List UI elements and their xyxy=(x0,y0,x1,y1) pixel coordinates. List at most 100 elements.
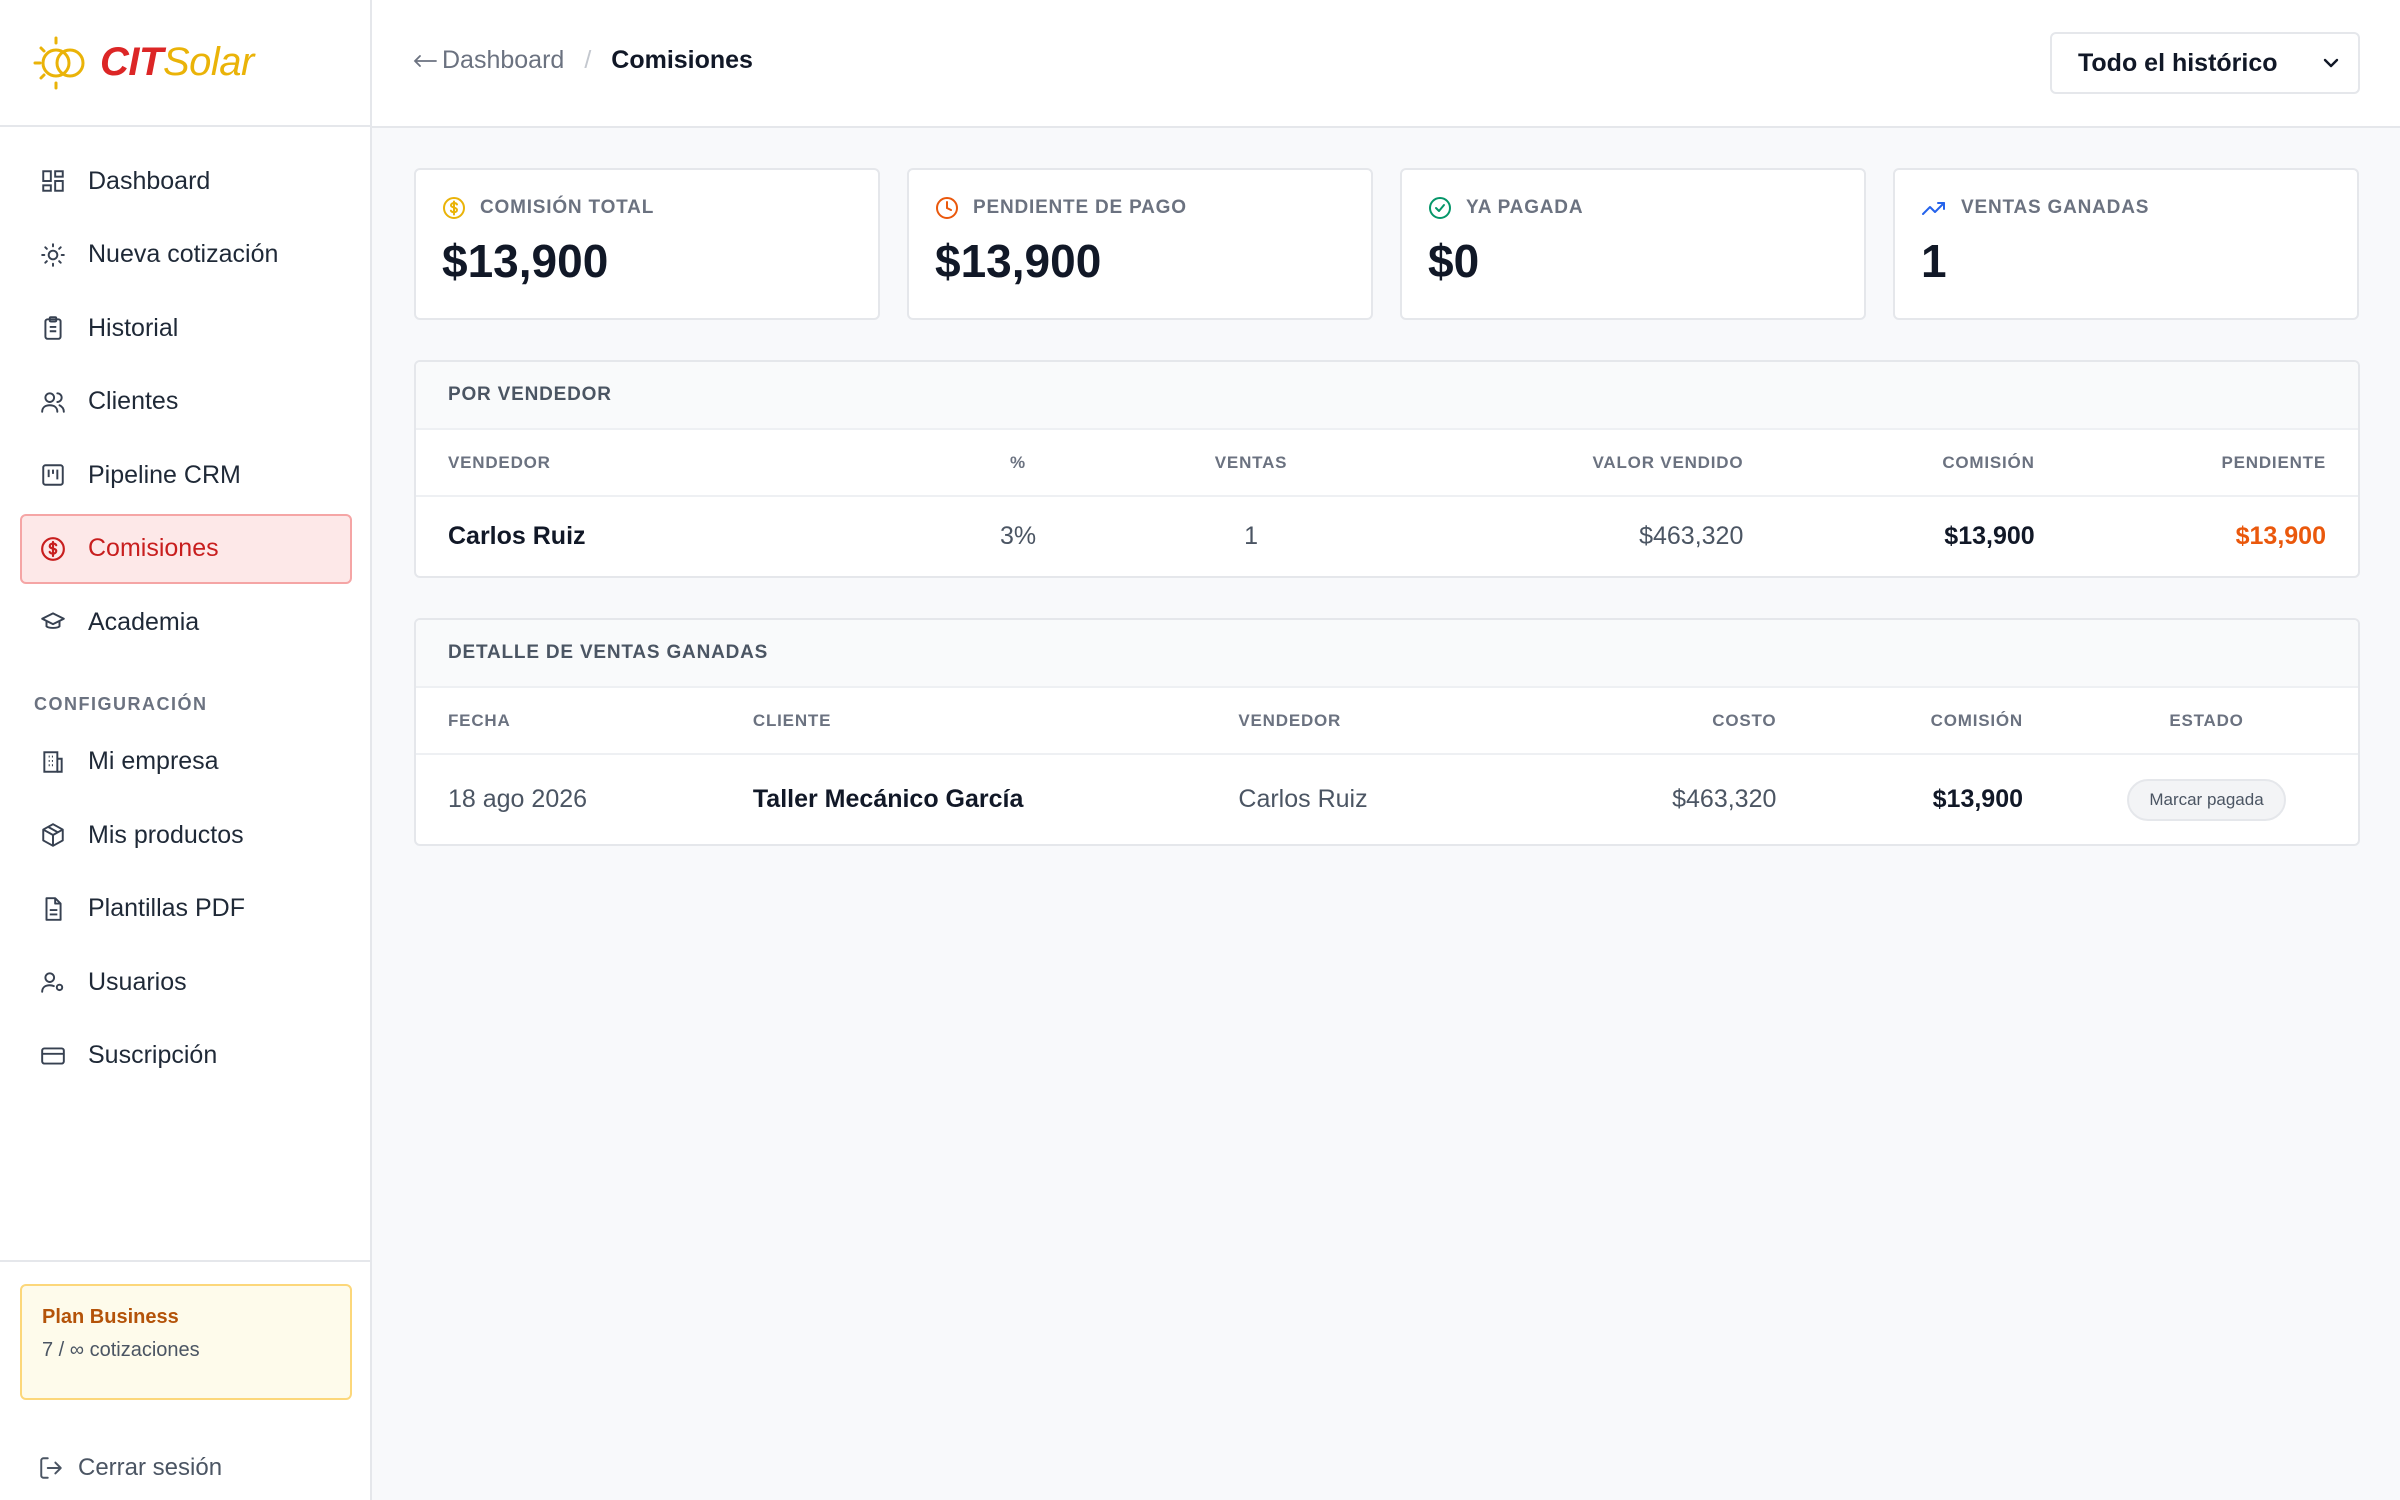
sidebar-item-nueva-cotizacion[interactable]: Nueva cotización xyxy=(20,220,352,290)
stat-value: $0 xyxy=(1428,235,1480,287)
sale-commission: $13,900 xyxy=(1932,785,2024,813)
sidebar-item-dashboard[interactable]: Dashboard xyxy=(20,146,352,216)
seller-pct: 3% xyxy=(999,522,1037,550)
column-header: COSTO xyxy=(1536,688,1809,755)
sidebar-item-suscripcion[interactable]: Suscripción xyxy=(20,1021,352,1091)
column-header: COMISIÓN xyxy=(1808,688,2056,755)
date-range-value: Todo el histórico xyxy=(2078,48,2278,77)
stat-card-comision-total: COMISIÓN TOTAL $13,900 xyxy=(414,168,880,320)
sale-seller: Carlos Ruiz xyxy=(1238,785,1368,813)
sun-logo-icon xyxy=(33,36,85,89)
seller-sales: 1 xyxy=(1244,522,1258,550)
sidebar-item-label: Pipeline CRM xyxy=(88,460,241,489)
sidebar-footer: Plan Business 7 / ∞ cotizaciones Cerrar … xyxy=(0,1260,370,1500)
stat-card-pendiente: PENDIENTE DE PAGO $13,900 xyxy=(907,168,1373,320)
sidebar-nav: Dashboard Nueva cotización Historial Cli… xyxy=(20,146,352,1094)
logout-button[interactable]: Cerrar sesión xyxy=(38,1454,222,1482)
column-header: CLIENTE xyxy=(720,688,1207,755)
seller-pending: $13,900 xyxy=(2235,522,2326,550)
sidebar-item-label: Nueva cotización xyxy=(88,240,279,268)
column-header: VENDEDOR xyxy=(416,430,902,497)
sidebar-item-mis-productos[interactable]: Mis productos xyxy=(20,800,352,870)
seller-commission: $13,900 xyxy=(1944,522,2035,550)
stat-label: PENDIENTE DE PAGO xyxy=(973,197,1187,218)
sidebar-item-mi-empresa[interactable]: Mi empresa xyxy=(20,727,352,797)
sidebar-item-label: Mis productos xyxy=(88,820,244,849)
top-header: Dashboard / Comisiones Todo el histórico xyxy=(372,0,2400,128)
plan-title: Plan Business xyxy=(42,1306,179,1328)
by-seller-panel: POR VENDEDOR VENDEDOR % VENTAS VALOR VEN… xyxy=(414,360,2360,578)
stat-label: YA PAGADA xyxy=(1466,197,1584,218)
breadcrumb-back-link[interactable]: Dashboard xyxy=(412,46,564,75)
sidebar-item-clientes[interactable]: Clientes xyxy=(20,367,352,437)
sidebar-item-usuarios[interactable]: Usuarios xyxy=(20,947,352,1017)
plan-usage: 7 / ∞ cotizaciones xyxy=(42,1339,200,1361)
table-row[interactable]: 18 ago 2026 Taller Mecánico García Carlo… xyxy=(416,754,2358,844)
brand-name: CITSolar xyxy=(100,40,254,84)
table-row[interactable]: Carlos Ruiz 3% 1 $463,320 $13,900 $13,90… xyxy=(416,496,2358,576)
check-circle-icon xyxy=(1428,196,1452,220)
config-section-label: CONFIGURACIÓN xyxy=(34,693,208,714)
sale-cost: $463,320 xyxy=(1672,785,1777,813)
dollar-circle-icon xyxy=(442,196,466,220)
sidebar-item-label: Plantillas PDF xyxy=(88,894,245,922)
column-header: FECHA xyxy=(416,688,721,755)
sidebar-item-label: Dashboard xyxy=(88,166,211,195)
won-sales-panel: DETALLE DE VENTAS GANADAS FECHA CLIENTE … xyxy=(414,618,2360,846)
graduation-cap-icon xyxy=(38,607,68,637)
column-header: COMISIÓN xyxy=(1775,430,2067,497)
stats-row: COMISIÓN TOTAL $13,900 PENDIENTE DE PAGO… xyxy=(414,168,2360,320)
sidebar-item-label: Usuarios xyxy=(88,967,187,996)
plan-card[interactable]: Plan Business 7 / ∞ cotizaciones xyxy=(20,1284,352,1400)
sale-date: 18 ago 2026 xyxy=(448,785,588,813)
stat-card-ventas-ganadas: VENTAS GANADAS 1 xyxy=(1893,168,2359,320)
sidebar-item-plantillas-pdf[interactable]: Plantillas PDF xyxy=(20,874,352,944)
sidebar-item-label: Suscripción xyxy=(88,1041,218,1069)
date-range-select[interactable]: Todo el histórico xyxy=(2050,32,2360,94)
trending-up-icon xyxy=(1921,196,1947,220)
sidebar-item-historial[interactable]: Historial xyxy=(20,293,352,363)
arrow-left-icon xyxy=(412,53,438,69)
building-icon xyxy=(38,747,68,777)
column-header: ESTADO xyxy=(2055,688,2358,755)
stat-card-ya-pagada: YA PAGADA $0 xyxy=(1400,168,1866,320)
sale-status-cell: Marcar pagada xyxy=(2055,754,2358,844)
dashboard-icon xyxy=(38,166,68,196)
users-icon xyxy=(38,387,68,417)
sidebar-item-label: Historial xyxy=(88,313,179,342)
stat-value: $13,900 xyxy=(935,235,1102,287)
sidebar-item-label: Mi empresa xyxy=(88,747,219,775)
stat-label: COMISIÓN TOTAL xyxy=(480,197,655,218)
column-header: PENDIENTE xyxy=(2066,430,2358,497)
column-header: VENTAS xyxy=(1134,430,1368,497)
logo[interactable]: CITSolar xyxy=(0,0,370,127)
seller-name: Carlos Ruiz xyxy=(448,522,586,550)
logout-icon xyxy=(38,1455,64,1481)
sidebar-item-academia[interactable]: Academia xyxy=(20,587,352,657)
sidebar-item-pipeline-crm[interactable]: Pipeline CRM xyxy=(20,440,352,510)
chevron-down-icon xyxy=(2322,57,2340,69)
credit-card-icon xyxy=(38,1041,68,1071)
sidebar-item-label: Comisiones xyxy=(88,534,219,562)
package-icon xyxy=(38,820,68,850)
dollar-circle-icon xyxy=(38,534,68,564)
sidebar-item-comisiones[interactable]: Comisiones xyxy=(20,513,352,584)
sidebar-item-label: Academia xyxy=(88,607,200,636)
user-settings-icon xyxy=(38,967,68,997)
column-header: VALOR VENDIDO xyxy=(1367,430,1776,497)
sidebar-item-label: Clientes xyxy=(88,387,179,415)
breadcrumb: Dashboard / Comisiones xyxy=(412,46,753,75)
won-sales-table: FECHA CLIENTE VENDEDOR COSTO COMISIÓN ES… xyxy=(416,688,2358,844)
page-title: Comisiones xyxy=(611,46,753,74)
kanban-icon xyxy=(38,460,68,490)
breadcrumb-separator: / xyxy=(584,46,592,74)
mark-paid-button[interactable]: Marcar pagada xyxy=(2127,778,2286,821)
column-header: VENDEDOR xyxy=(1206,688,1537,755)
clock-icon xyxy=(935,196,959,220)
panel-title: POR VENDEDOR xyxy=(416,362,2358,430)
stat-value: 1 xyxy=(1921,235,1947,287)
sidebar: CITSolar Dashboard Nueva cotización Hist… xyxy=(0,0,372,1500)
logout-label: Cerrar sesión xyxy=(78,1454,223,1481)
stat-label: VENTAS GANADAS xyxy=(1961,197,2150,218)
column-header: % xyxy=(901,430,1135,497)
